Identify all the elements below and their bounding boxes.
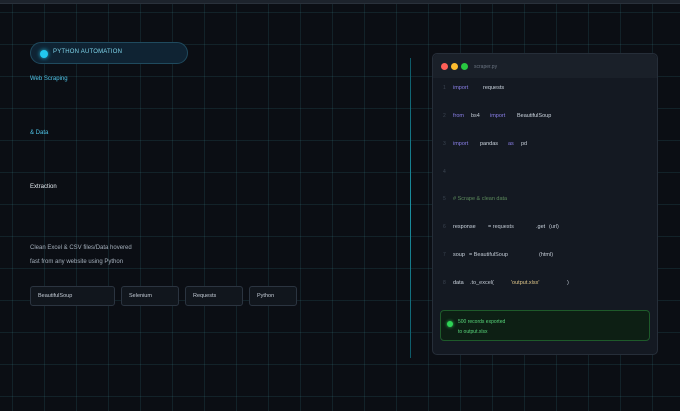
- vertical-divider: [410, 58, 411, 358]
- top-bar: [0, 0, 680, 4]
- tag-label: BeautifulSoup: [38, 293, 73, 299]
- success-dot-icon: [447, 321, 453, 327]
- tag-python[interactable]: Python: [249, 286, 297, 306]
- code-token: (url): [549, 224, 559, 230]
- line-number: 6: [443, 224, 446, 230]
- editor-filename: scraper.py: [474, 64, 498, 70]
- code-token: = BeautifulSoup: [469, 252, 508, 258]
- tag-label: Requests: [193, 293, 217, 299]
- line-number: 8: [443, 280, 446, 286]
- status-line-2: to output.xlsx: [458, 329, 488, 335]
- code-token: pandas: [480, 141, 499, 147]
- code-token: as: [508, 141, 514, 147]
- headline-line-1: Web Scraping: [30, 76, 68, 82]
- code-token: bs4: [471, 113, 480, 119]
- code-token: .get: [536, 224, 546, 230]
- code-token: response: [453, 224, 476, 230]
- export-status-panel: 500 records exported to output.xlsx: [440, 310, 650, 341]
- headline-line-3: Extraction: [30, 184, 57, 190]
- line-number: 5: [443, 196, 446, 202]
- code-token: requests: [483, 85, 505, 91]
- tag-label: Python: [257, 293, 275, 299]
- category-badge: PYTHON AUTOMATION: [30, 42, 188, 64]
- code-token: = requests: [488, 224, 514, 230]
- tag-beautifulsoup[interactable]: BeautifulSoup: [30, 286, 115, 306]
- line-number: 1: [443, 85, 446, 91]
- code-token: import: [490, 113, 506, 119]
- code-token: 'output.xlsx': [511, 280, 540, 286]
- tag-requests[interactable]: Requests: [185, 286, 243, 306]
- description-line-2: fast from any website using Python: [30, 259, 124, 265]
- close-dot-icon[interactable]: [441, 63, 448, 70]
- code-token: .to_excel(: [470, 280, 494, 286]
- description-line-1: Clean Excel & CSV files/Data hovered: [30, 245, 132, 251]
- editor-title-bar: scraper.py: [433, 54, 657, 78]
- tag-label: Selenium: [129, 293, 152, 299]
- code-token: ): [567, 280, 569, 286]
- code-token: soup: [453, 252, 465, 258]
- status-line-1: 500 records exported: [458, 319, 506, 325]
- status-dot-icon: [40, 50, 48, 58]
- line-number: 3: [443, 141, 446, 147]
- code-token: (html): [539, 252, 554, 258]
- line-number: 2: [443, 113, 446, 119]
- minimize-dot-icon[interactable]: [451, 63, 458, 70]
- code-token: data: [453, 280, 464, 286]
- line-number: 7: [443, 252, 446, 258]
- tag-selenium[interactable]: Selenium: [121, 286, 179, 306]
- code-token: import: [453, 85, 469, 91]
- code-token: # Scrape & clean data: [453, 196, 508, 202]
- code-token: BeautifulSoup: [517, 113, 552, 119]
- line-number: 4: [443, 169, 446, 175]
- badge-label: PYTHON AUTOMATION: [53, 49, 123, 55]
- code-token: import: [453, 141, 469, 147]
- code-token: pd: [521, 141, 528, 147]
- maximize-dot-icon[interactable]: [461, 63, 468, 70]
- headline-line-2: & Data: [30, 130, 49, 136]
- code-token: from: [453, 113, 464, 119]
